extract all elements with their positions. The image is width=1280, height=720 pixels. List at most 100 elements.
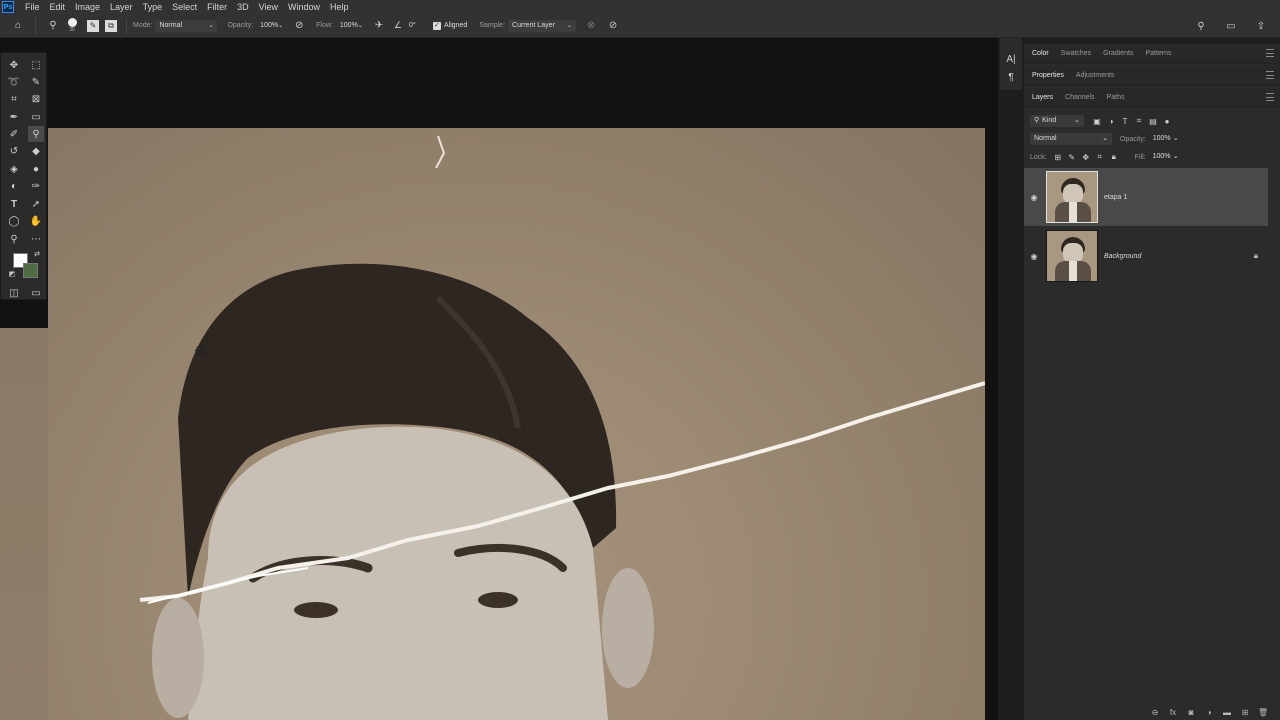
shape-tool-icon[interactable]: ◯ xyxy=(6,213,22,229)
eye-icon[interactable]: ◉ xyxy=(1024,193,1044,202)
quick-mask-icon[interactable]: ◫ xyxy=(6,285,22,301)
opacity-dropdown[interactable]: 100% ⌄ xyxy=(256,20,284,32)
paint-bucket-tool-icon[interactable]: ◈ xyxy=(6,161,22,177)
lock-all-icon[interactable]: 🔒︎ xyxy=(1107,150,1121,164)
angle-field[interactable]: 0° xyxy=(405,20,425,32)
layer-name[interactable]: etapa 1 xyxy=(1104,194,1127,201)
clone-stamp-icon[interactable]: ⚲ xyxy=(45,18,61,34)
filter-adjustment-icon[interactable]: ◑ xyxy=(1104,114,1118,128)
layer-name[interactable]: Background xyxy=(1104,253,1141,260)
lock-artboard-icon[interactable]: ⌗ xyxy=(1093,150,1107,164)
layer-style-icon[interactable]: fx xyxy=(1168,708,1178,717)
flow-dropdown[interactable]: 100% ⌄ xyxy=(336,20,364,32)
tab-gradients[interactable]: Gradients xyxy=(1103,50,1133,57)
filter-type-icon[interactable]: T xyxy=(1118,114,1132,128)
brush-size-picker[interactable]: 30 xyxy=(64,18,80,33)
lock-position-icon[interactable]: ✥ xyxy=(1079,150,1093,164)
menu-edit[interactable]: Edit xyxy=(45,0,71,14)
eyedropper-tool-icon[interactable]: ✒ xyxy=(6,109,22,125)
clone-stamp-tool-icon[interactable]: ⚲ xyxy=(28,126,44,142)
tab-color[interactable]: Color xyxy=(1032,50,1049,57)
menu-filter[interactable]: Filter xyxy=(202,0,232,14)
tab-properties[interactable]: Properties xyxy=(1032,72,1064,79)
tab-patterns[interactable]: Patterns xyxy=(1145,50,1171,57)
eraser-tool-icon[interactable]: ◆ xyxy=(28,143,44,159)
layer-row[interactable]: ◉ Background 🔒︎ xyxy=(1024,227,1268,285)
path-select-tool-icon[interactable]: ➚ xyxy=(28,196,44,212)
lasso-tool-icon[interactable]: ➰ xyxy=(6,74,22,90)
tab-adjustments[interactable]: Adjustments xyxy=(1076,72,1115,79)
zoom-tool-icon[interactable]: ⚲ xyxy=(6,231,22,247)
frame-tool-icon[interactable]: ⊠ xyxy=(28,91,44,107)
healing-tool-icon[interactable]: ▭ xyxy=(28,109,44,125)
hand-tool-icon[interactable]: ✋ xyxy=(28,213,44,229)
brush-tool-icon[interactable]: ✐ xyxy=(6,126,22,142)
clone-source-icon[interactable]: ⧉ xyxy=(105,19,117,32)
document-area[interactable] xyxy=(0,38,998,720)
history-brush-tool-icon[interactable]: ↺ xyxy=(6,143,22,159)
workspace-icon[interactable]: ▭ xyxy=(1223,18,1239,34)
new-layer-icon[interactable]: ⊞ xyxy=(1240,708,1250,717)
aligned-checkbox[interactable]: ✓ Aligned xyxy=(432,21,467,30)
layer-opacity-field[interactable]: 100% ⌄ xyxy=(1149,133,1183,145)
eye-icon[interactable]: ◉ xyxy=(1024,252,1044,261)
layer-row[interactable]: ◉ etapa 1 xyxy=(1024,168,1268,226)
blend-mode-dropdown[interactable]: Normal ⌄ xyxy=(1030,133,1112,145)
tab-swatches[interactable]: Swatches xyxy=(1061,50,1091,57)
default-colors-icon[interactable]: ◩ xyxy=(7,269,17,279)
menu-file[interactable]: File xyxy=(20,0,45,14)
menu-select[interactable]: Select xyxy=(167,0,202,14)
new-group-icon[interactable]: ▬ xyxy=(1222,708,1232,717)
filter-toggle-icon[interactable]: ● xyxy=(1160,114,1174,128)
sample-dropdown[interactable]: Current Layer ⌄ xyxy=(508,19,577,32)
menu-help[interactable]: Help xyxy=(325,0,354,14)
menu-image[interactable]: Image xyxy=(70,0,105,14)
mode-dropdown[interactable]: Normal ⌄ xyxy=(155,19,218,32)
crop-tool-icon[interactable]: ⌗ xyxy=(6,91,22,107)
character-panel-icon[interactable]: A| xyxy=(1000,50,1022,68)
pen-tool-icon[interactable]: ✑ xyxy=(28,178,44,194)
brush-settings-icon[interactable]: ✎ xyxy=(87,19,99,32)
pressure-size-icon[interactable]: ⊘ xyxy=(605,18,621,34)
share-icon[interactable]: ⇪ xyxy=(1253,18,1269,34)
menu-3d[interactable]: 3D xyxy=(232,0,254,14)
panel-menu-icon[interactable] xyxy=(1266,93,1274,101)
filter-shape-icon[interactable]: ⌗ xyxy=(1132,114,1146,128)
fill-field[interactable]: 100% ⌄ xyxy=(1149,151,1183,163)
panel-menu-icon[interactable] xyxy=(1266,71,1274,79)
more-tools-icon[interactable]: ⋯ xyxy=(28,231,44,247)
background-color-swatch[interactable] xyxy=(23,263,38,278)
tab-layers[interactable]: Layers xyxy=(1032,94,1053,101)
screen-mode-icon[interactable]: ▭ xyxy=(28,285,44,301)
quick-select-tool-icon[interactable]: ✎ xyxy=(28,74,44,90)
filter-kind-dropdown[interactable]: ⚲ Kind ⌄ xyxy=(1030,115,1084,127)
blur-tool-icon[interactable]: ● xyxy=(28,161,44,177)
swap-colors-icon[interactable]: ⇄ xyxy=(32,249,42,259)
panel-menu-icon[interactable] xyxy=(1266,49,1274,57)
paragraph-panel-icon[interactable]: ¶ xyxy=(1000,68,1022,86)
adjustment-layer-icon[interactable]: ◑ xyxy=(1204,708,1214,717)
delete-layer-icon[interactable]: 🗑︎ xyxy=(1258,708,1268,717)
add-mask-icon[interactable]: ◙ xyxy=(1186,708,1196,717)
tab-paths[interactable]: Paths xyxy=(1107,94,1125,101)
filter-pixel-icon[interactable]: ▣ xyxy=(1090,114,1104,128)
menu-view[interactable]: View xyxy=(254,0,283,14)
search-icon[interactable]: ⚲ xyxy=(1193,18,1209,34)
lock-transparent-icon[interactable]: ⊞ xyxy=(1051,150,1065,164)
ignore-adjustment-layers-icon[interactable]: ⊗ xyxy=(583,18,599,34)
photo-canvas[interactable] xyxy=(48,128,985,720)
lock-image-icon[interactable]: ✎ xyxy=(1065,150,1079,164)
tab-channels[interactable]: Channels xyxy=(1065,94,1095,101)
menu-layer[interactable]: Layer xyxy=(105,0,138,14)
airbrush-icon[interactable]: ✈ xyxy=(371,18,387,34)
marquee-tool-icon[interactable]: ⬚ xyxy=(28,57,44,73)
type-tool-icon[interactable]: T xyxy=(6,196,22,212)
move-tool-icon[interactable]: ✥ xyxy=(6,57,22,73)
filter-smart-object-icon[interactable]: ▤ xyxy=(1146,114,1160,128)
home-icon[interactable]: ⌂ xyxy=(10,18,26,34)
menu-window[interactable]: Window xyxy=(283,0,325,14)
dodge-tool-icon[interactable]: ◐ xyxy=(6,178,22,194)
link-layers-icon[interactable]: ⊖ xyxy=(1150,708,1160,717)
menu-type[interactable]: Type xyxy=(138,0,168,14)
pressure-opacity-icon[interactable]: ⊘ xyxy=(291,18,307,34)
